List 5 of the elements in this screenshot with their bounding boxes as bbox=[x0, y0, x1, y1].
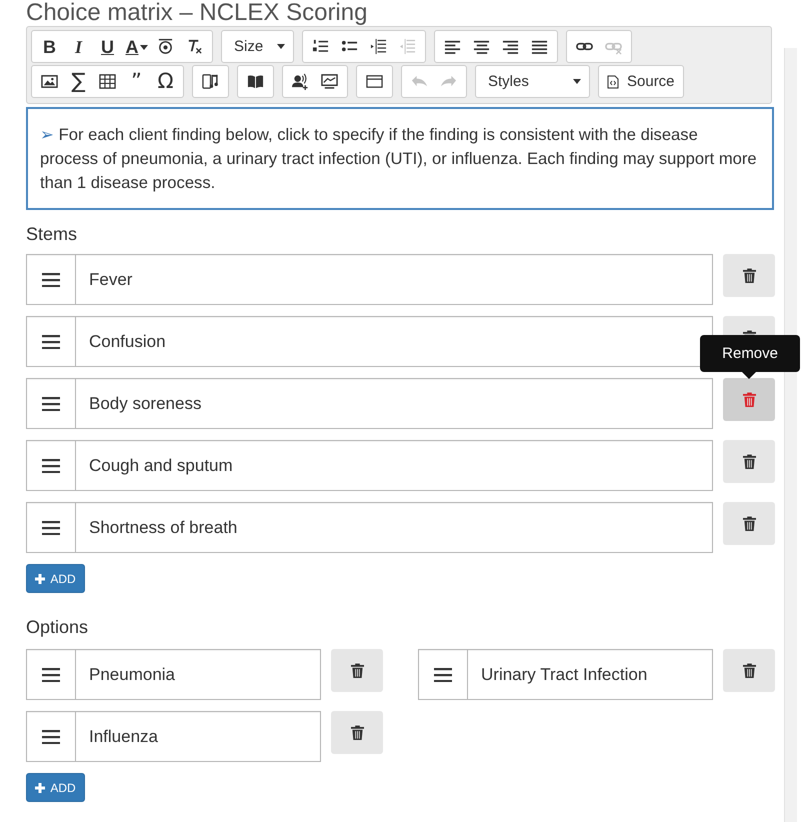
instruction-text: ➢ For each client finding below, click to specify if the finding is consistent with the disease process of pneumonia, a urinary tract infection (UTI), or influenza. Each finding may support more than 1 disease process. bbox=[26, 107, 774, 210]
section-heading: Options bbox=[26, 617, 90, 638]
page-title: Choice matrix – NCLEX Scoring bbox=[26, 0, 368, 26]
section-heading: Stems bbox=[26, 224, 78, 245]
tooltip: Remove bbox=[700, 335, 800, 372]
